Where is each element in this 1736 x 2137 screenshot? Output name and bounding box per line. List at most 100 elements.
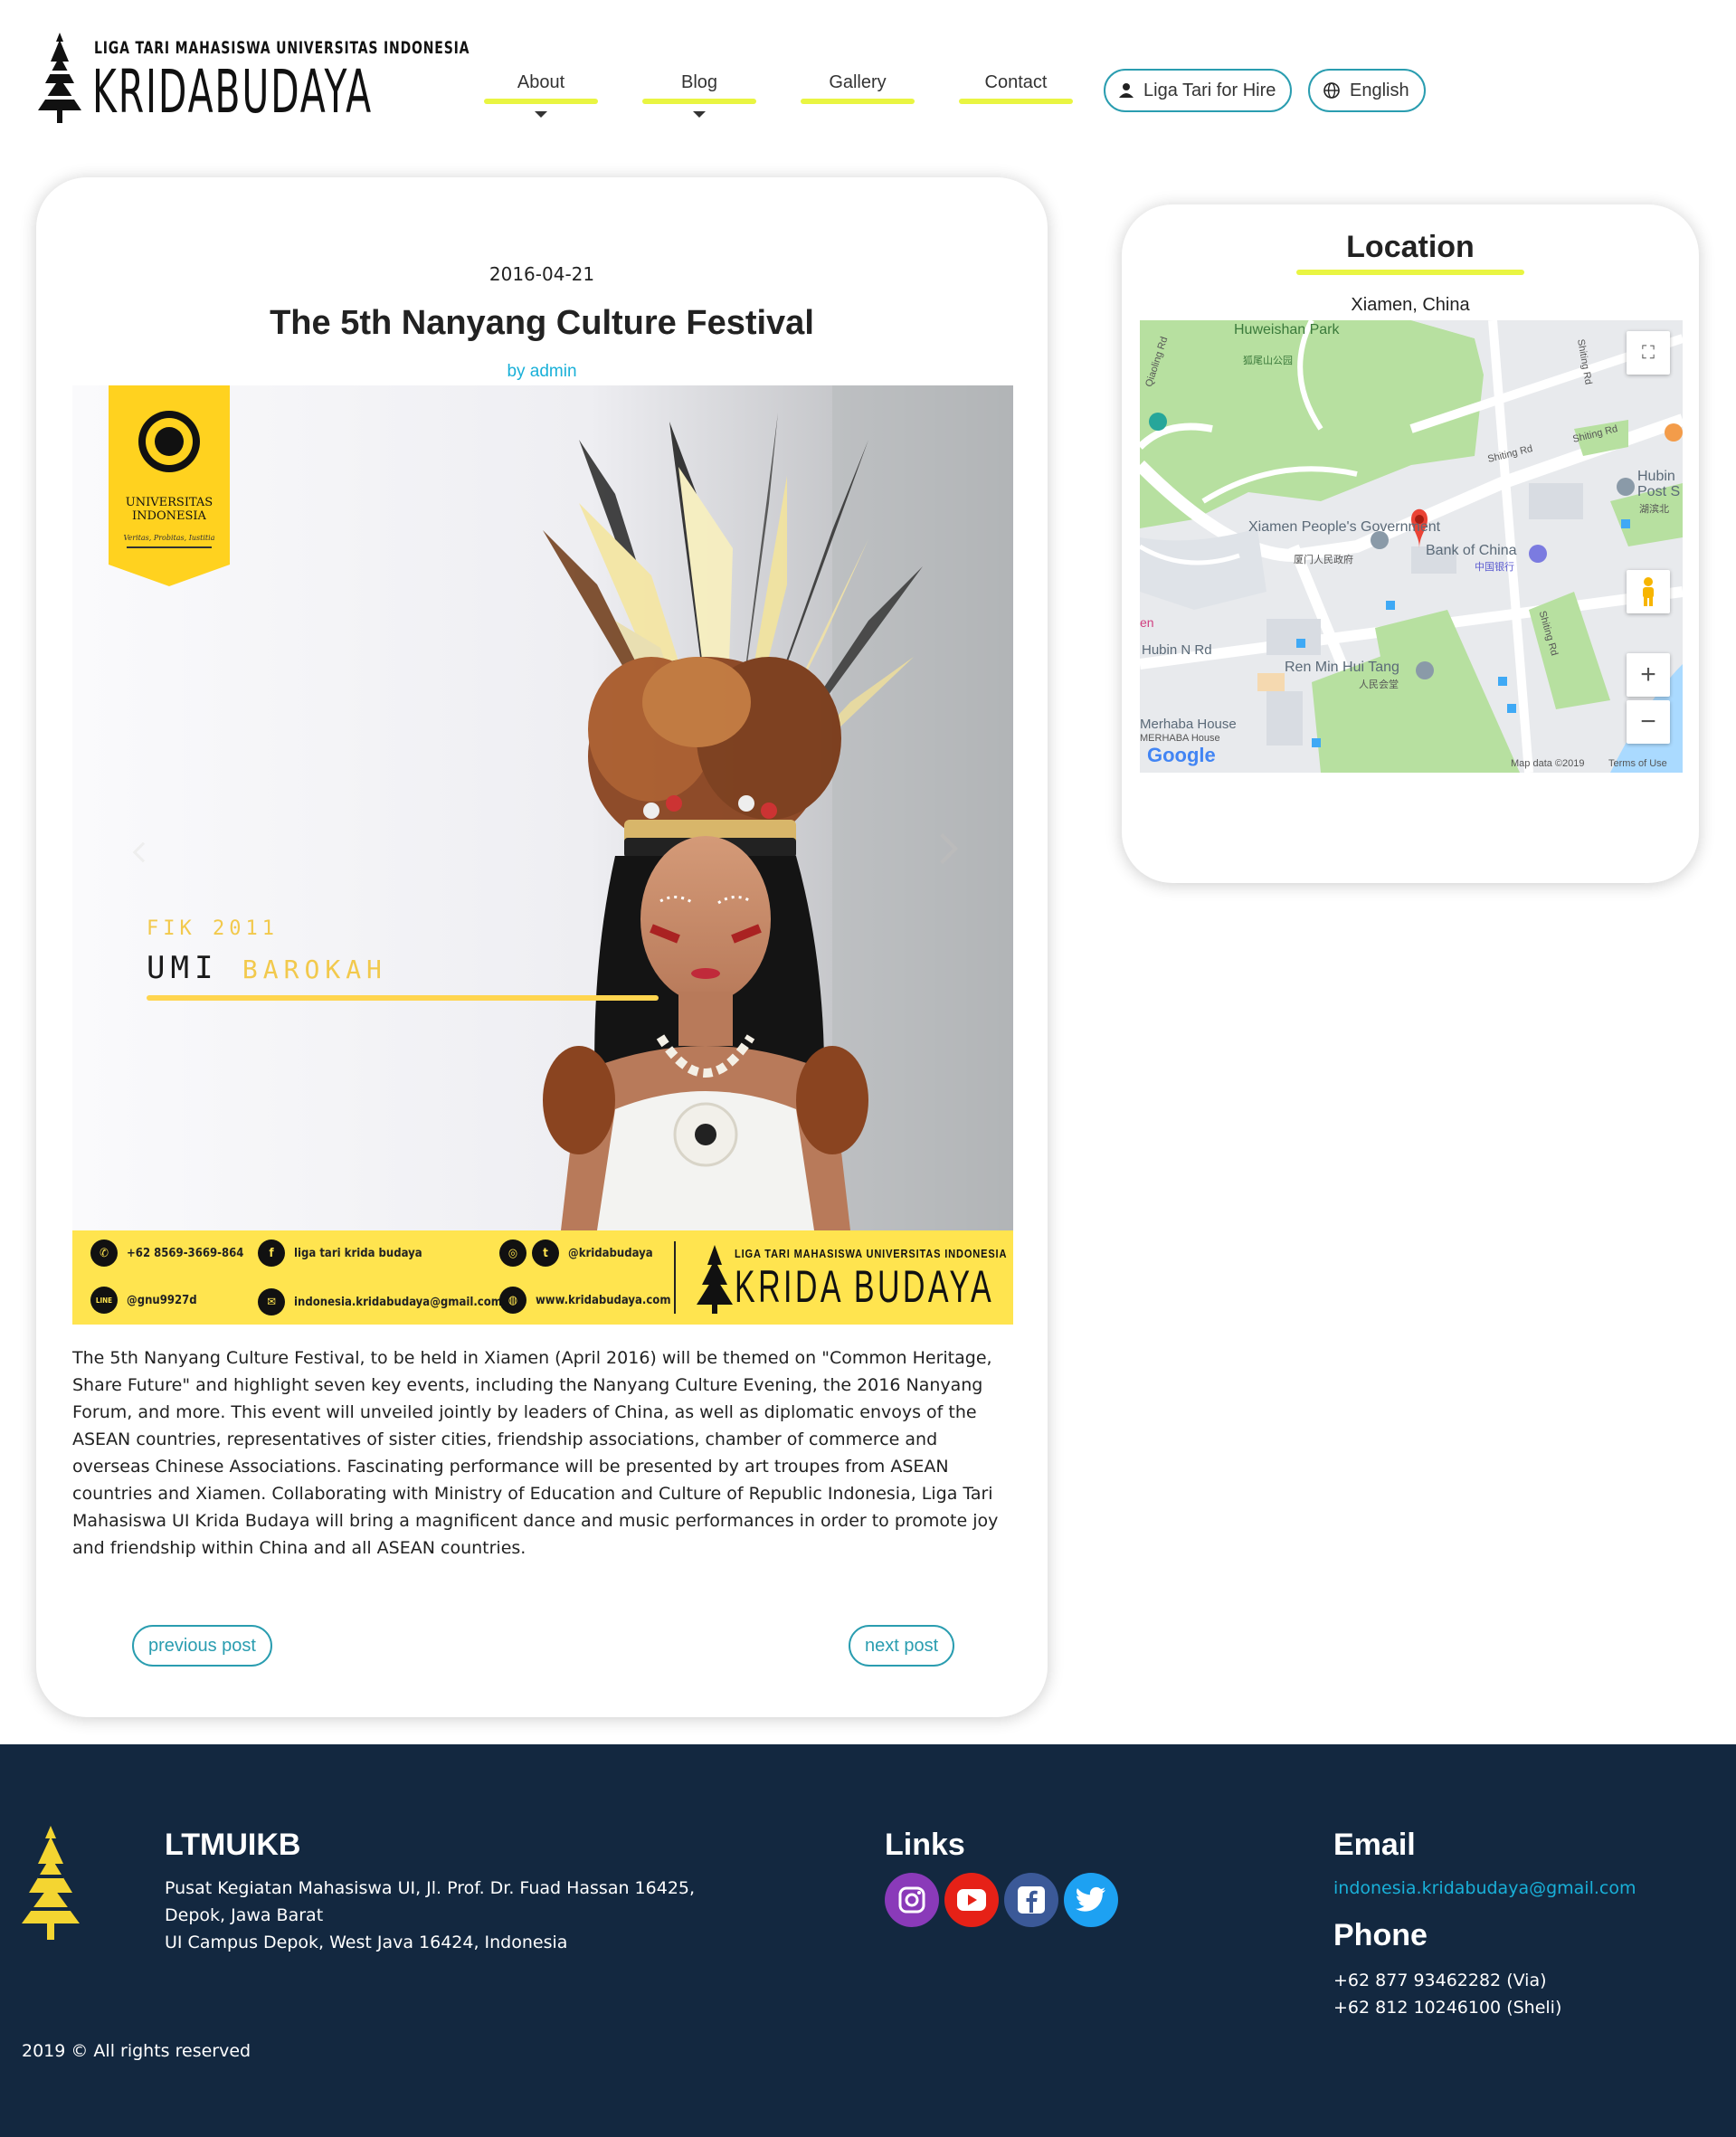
strip-website: ◍ www.kridabudaya.com: [499, 1287, 671, 1314]
location-card: Location Xiamen, China Huweishan Park 狐尾…: [1122, 204, 1699, 883]
logo-tagline: LIGA TARI MAHASISWA UNIVERSITAS INDONESI…: [94, 38, 470, 58]
map-label-gov: Xiamen People's Government: [1248, 519, 1441, 535]
footer-email-title: Email: [1333, 1828, 1416, 1862]
phone-icon: ✆: [90, 1239, 118, 1267]
nav-blog-label: Blog: [680, 72, 718, 92]
strip-phone: ✆ +62 8569-3669-864: [90, 1239, 243, 1267]
next-post-button[interactable]: next post: [849, 1625, 955, 1667]
name-underline: [147, 995, 659, 1001]
facebook-icon[interactable]: [1004, 1873, 1058, 1927]
dancer-first-name: UMI: [147, 950, 219, 986]
map-tiles: [1140, 320, 1683, 773]
footer-email-link[interactable]: indonesia.kridabudaya@gmail.com: [1333, 1878, 1636, 1898]
nav-underline: [801, 99, 915, 104]
map-label-en: en: [1140, 615, 1154, 630]
post-author-link[interactable]: by admin: [36, 362, 1048, 382]
mail-icon: ✉: [258, 1288, 285, 1315]
nav-about[interactable]: About: [484, 72, 598, 118]
university-badge: [109, 385, 230, 586]
post-title: The 5th Nanyang Culture Festival: [270, 304, 814, 342]
map-label-hall: Ren Min Hui Tang: [1285, 660, 1399, 675]
nav-contact[interactable]: Contact: [959, 72, 1073, 104]
post-card: 2016-04-21 The 5th Nanyang Culture Festi…: [36, 177, 1048, 1717]
dancer-last-name: BAROKAH: [242, 955, 387, 984]
language-button[interactable]: English: [1308, 69, 1426, 112]
twitter-icon: t: [532, 1239, 559, 1267]
footer-address-2: Depok, Jawa Barat: [165, 1905, 324, 1925]
user-icon: [1119, 83, 1134, 98]
map-terms-link[interactable]: Terms of Use: [1608, 758, 1667, 769]
contact-strip: ✆ +62 8569-3669-864 f liga tari krida bu…: [72, 1230, 1013, 1325]
map-label-post: Hubin Post S: [1637, 469, 1681, 499]
instagram-icon[interactable]: [885, 1873, 939, 1927]
footer-phone-1: +62 877 93462282 (Via): [1333, 1971, 1547, 1990]
site-header: LIGA TARI MAHASISWA UNIVERSITAS INDONESI…: [0, 0, 1736, 172]
strip-email: ✉ indonesia.kridabudaya@gmail.com: [258, 1288, 502, 1315]
fullscreen-icon[interactable]: ⛶: [1627, 331, 1670, 375]
strip-logo-tagline: LIGA TARI MAHASISWA UNIVERSITAS INDONESI…: [735, 1247, 1008, 1260]
twitter-icon[interactable]: [1064, 1873, 1118, 1927]
footer-org-title: LTMUIKB: [165, 1828, 301, 1862]
zoom-in-button[interactable]: +: [1627, 653, 1670, 697]
hire-button[interactable]: Liga Tari for Hire: [1104, 69, 1293, 112]
strip-instagram-text: @kridabudaya: [568, 1246, 653, 1260]
nav-gallery-label: Gallery: [829, 72, 887, 92]
caret-down-icon[interactable]: [535, 111, 547, 118]
line-icon: LINE: [90, 1287, 118, 1314]
map-label-merhaba: Merhaba House: [1140, 717, 1237, 732]
post-image: UNIVERSITAS INDONESIA Veritas, Probitas,…: [72, 385, 1013, 1325]
post-date: 2016-04-21: [489, 263, 595, 285]
strip-facebook: f liga tari krida budaya: [258, 1239, 422, 1267]
instagram-icon: ◎: [499, 1239, 526, 1267]
strip-line-text: @gnu9927d: [127, 1293, 197, 1307]
tree-logo-icon: [38, 33, 81, 123]
nav-gallery[interactable]: Gallery: [801, 72, 915, 104]
footer-links-title: Links: [885, 1828, 965, 1862]
location-city: Xiamen, China: [1351, 295, 1470, 315]
map-label-bank-cn: 中国银行: [1475, 562, 1514, 573]
faculty-year: FIK 2011: [147, 917, 279, 940]
footer-phone-2: +62 812 10246100 (Sheli): [1333, 1998, 1562, 2018]
map-data-credit: Map data ©2019: [1511, 758, 1585, 769]
nav-underline: [642, 99, 756, 104]
strip-logo-wordmark: KRIDA BUDAYA: [735, 1261, 995, 1312]
map-label-gov-cn: 厦门人民政府: [1294, 555, 1353, 565]
caret-down-icon[interactable]: [693, 111, 706, 118]
strip-phone-text: +62 8569-3669-864: [127, 1246, 244, 1260]
strip-instagram-twitter: ◎ t @kridabudaya: [499, 1239, 653, 1267]
university-name: UNIVERSITAS INDONESIA: [125, 496, 213, 523]
post-body: The 5th Nanyang Culture Festival, to be …: [72, 1348, 999, 1558]
youtube-icon[interactable]: [944, 1873, 999, 1927]
footer-copyright: 2019 © All rights reserved: [22, 2041, 251, 2061]
nav-about-label: About: [517, 72, 565, 92]
university-motto: Veritas, Probitas, Iustitia: [123, 534, 215, 542]
location-title: Location: [1346, 230, 1475, 264]
pegman-icon[interactable]: [1627, 570, 1670, 613]
nav-contact-label: Contact: [984, 72, 1048, 92]
strip-email-text: indonesia.kridabudaya@gmail.com: [294, 1295, 502, 1309]
logo-wordmark: KRIDABUDAYA: [92, 57, 374, 127]
site-logo[interactable]: LIGA TARI MAHASISWA UNIVERSITAS INDONESI…: [36, 29, 470, 128]
globe-icon: ◍: [499, 1287, 526, 1314]
site-footer: LTMUIKB Pusat Kegiatan Mahasiswa UI, Jl.…: [0, 1744, 1736, 2137]
map-label-bank: Bank of China: [1426, 543, 1517, 558]
nav-underline: [484, 99, 598, 104]
previous-post-button[interactable]: previous post: [132, 1625, 272, 1667]
strip-divider: [674, 1241, 676, 1314]
footer-phone-title: Phone: [1333, 1918, 1428, 1952]
google-logo: Google: [1147, 744, 1216, 766]
footer-address-3: UI Campus Depok, West Java 16424, Indone…: [165, 1933, 568, 1952]
tree-logo-icon: [697, 1245, 733, 1314]
map-label-hall-cn: 人民会堂: [1359, 679, 1399, 690]
google-map[interactable]: Huweishan Park 狐尾山公园 Xiamen People's Gov…: [1140, 320, 1683, 773]
map-label-park-cn: 狐尾山公园: [1243, 356, 1293, 366]
tree-logo-icon: [22, 1826, 80, 1940]
footer-address-1: Pusat Kegiatan Mahasiswa UI, Jl. Prof. D…: [165, 1878, 696, 1898]
location-underline: [1296, 270, 1524, 275]
nav-blog[interactable]: Blog: [642, 72, 756, 118]
map-label-post-cn: 湖滨北: [1639, 504, 1669, 515]
zoom-out-button[interactable]: −: [1627, 700, 1670, 744]
nav-underline: [959, 99, 1073, 104]
strip-line: LINE @gnu9927d: [90, 1287, 197, 1314]
facebook-icon: f: [258, 1239, 285, 1267]
